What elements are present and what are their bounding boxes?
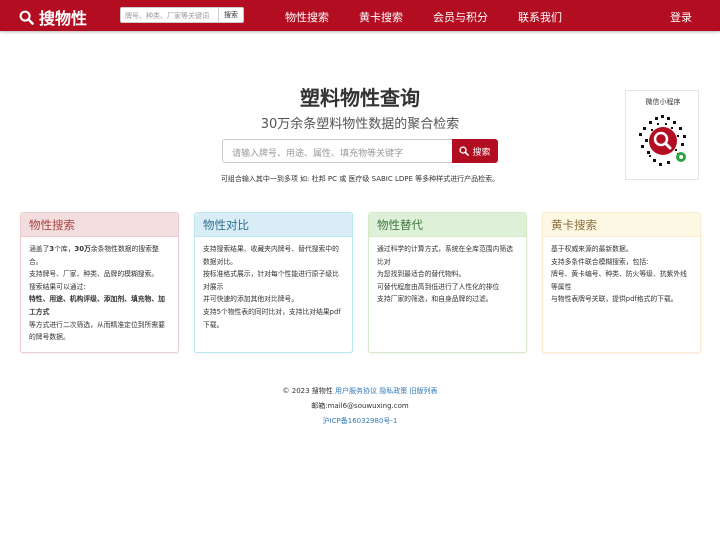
panel-title: 物性对比 xyxy=(195,213,352,237)
panel-line: 支持厂家的筛选，和自身品牌的过滤。 xyxy=(377,295,493,304)
nav-item-yellow-card-search[interactable]: 黄卡搜索 xyxy=(359,9,403,25)
nav-search-button[interactable]: 搜索 xyxy=(219,7,244,23)
search-icon xyxy=(19,10,34,25)
panel-line: 与物性表牌号关联，提供pdf格式的下载。 xyxy=(551,295,678,304)
footer-links-row: © 2023 搜物性 用户服务协议 隐私政策 旧版列表 xyxy=(0,386,720,396)
qr-code-icon xyxy=(632,110,694,172)
footer-icp-link[interactable]: 沪ICP备16032980号-1 xyxy=(323,417,398,425)
panel-title: 物性搜索 xyxy=(21,213,178,237)
mini-program-qr: 微信小程序 xyxy=(625,90,699,180)
panel-line: 可替代程度由高到低进行了人性化的排位 xyxy=(377,282,500,291)
brand-name: 搜物性 xyxy=(39,9,88,28)
page-subtitle: 30万余条塑料物性数据的聚合检索 xyxy=(260,117,460,132)
nav-search-form: 牌号、种类、厂家等关键词 搜索 xyxy=(120,7,244,23)
panel-line: 为您找到最适合的替代物料。 xyxy=(377,270,466,279)
footer-icp-row: 沪ICP备16032980号-1 xyxy=(0,416,720,426)
panel-line: 牌号、黄卡编号、种类、防火等级、抗紫外线等属性 xyxy=(551,270,687,291)
panel-body: 涵盖了3个库，30万余条物性数据的搜索整合。 支持牌号、厂家、种类、品牌的模糊搜… xyxy=(21,237,178,350)
main-search-button[interactable]: 搜索 xyxy=(452,139,498,163)
panel-property-substitute: 物性替代 通过科学的计算方式，系统在全库范围内筛选比对 为您找到最适合的替代物料… xyxy=(368,212,527,353)
login-link[interactable]: 登录 xyxy=(670,9,692,25)
panel-line: 支持搜索结果、收藏夹内牌号、替代搜索中的数据对比。 xyxy=(203,245,339,266)
footer-link-user-agreement[interactable]: 用户服务协议 xyxy=(335,387,377,395)
panel-line: 支持牌号、厂家、种类、品牌的模糊搜索。 xyxy=(29,270,159,279)
panel-line: 特性、用途、机构评级、添加剂、填充物、加工方式 xyxy=(29,295,165,316)
page-title: 塑料物性查询 xyxy=(300,86,420,110)
panel-line: 搜索结果可以通过: xyxy=(29,282,86,291)
nav-search-input[interactable]: 牌号、种类、厂家等关键词 xyxy=(120,7,219,23)
top-navbar: 搜物性 牌号、种类、厂家等关键词 搜索 物性搜索 黄卡搜索 会员与积分 联系我们… xyxy=(0,0,720,31)
panel-title: 物性替代 xyxy=(369,213,526,237)
panel-line: 等方式进行二次筛选，从而精准定位到所需要的牌号数据。 xyxy=(29,320,165,342)
panel-line: 支持多条件联合模糊搜索，包括: xyxy=(551,257,649,266)
footer-email: 邮箱:mail6@souwuxing.com xyxy=(311,402,409,410)
main-search-form: 请输入牌号、用途、属性、填充物等关键字 搜索 xyxy=(222,139,498,163)
panel-line: 通过科学的计算方式，系统在全库范围内筛选比对 xyxy=(377,245,513,266)
panel-title: 黄卡搜索 xyxy=(543,213,700,237)
panel-property-compare: 物性对比 支持搜索结果、收藏夹内牌号、替代搜索中的数据对比。 按标准格式展示，针… xyxy=(194,212,353,353)
panel-body: 基于权威来源的最新数据。 支持多条件联合模糊搜索，包括: 牌号、黄卡编号、种类、… xyxy=(543,237,700,312)
main-search-input[interactable]: 请输入牌号、用途、属性、填充物等关键字 xyxy=(222,139,452,163)
panel-line: 涵盖了3个库，30万余条物性数据的搜索整合。 xyxy=(29,245,159,266)
nav-item-membership[interactable]: 会员与积分 xyxy=(433,9,488,25)
main-search-button-label: 搜索 xyxy=(472,147,491,158)
brand-logo[interactable]: 搜物性 xyxy=(19,5,87,29)
footer-link-legacy-list[interactable]: 旧版列表 xyxy=(409,387,437,395)
footer-link-privacy-policy[interactable]: 隐私政策 xyxy=(379,387,407,395)
panel-body: 通过科学的计算方式，系统在全库范围内筛选比对 为您找到最适合的替代物料。 可替代… xyxy=(369,237,526,312)
nav-item-contact-us[interactable]: 联系我们 xyxy=(518,9,562,25)
nav-item-property-search[interactable]: 物性搜索 xyxy=(285,9,329,25)
qr-label: 微信小程序 xyxy=(645,98,681,106)
copyright: © 2023 搜物性 xyxy=(282,387,333,395)
panel-line: 并可快速的添加其他对比牌号。 xyxy=(203,295,299,304)
search-hint: 可组合输入其中一到多项 如: 杜邦 PC 或 医疗级 SABIC LDPE 等多… xyxy=(220,175,500,183)
search-icon xyxy=(459,146,470,156)
panel-line: 按标准格式展示，针对每个性能进行原子级比对展示 xyxy=(203,270,339,291)
panel-property-search: 物性搜索 涵盖了3个库，30万余条物性数据的搜索整合。 支持牌号、厂家、种类、品… xyxy=(20,212,179,353)
panel-line: 支持5个物性表的同时比对，支持比对结果pdf下载。 xyxy=(203,307,341,329)
panel-yellow-card-search: 黄卡搜索 基于权威来源的最新数据。 支持多条件联合模糊搜索，包括: 牌号、黄卡编… xyxy=(542,212,701,353)
panel-line: 基于权威来源的最新数据。 xyxy=(551,245,633,253)
panel-body: 支持搜索结果、收藏夹内牌号、替代搜索中的数据对比。 按标准格式展示，针对每个性能… xyxy=(195,237,352,337)
